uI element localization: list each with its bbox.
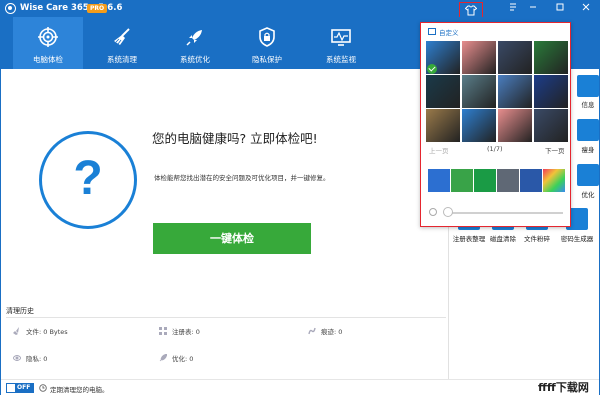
tab-label: 系统监视 bbox=[326, 55, 356, 64]
tool-label-partial: 优化 bbox=[581, 191, 595, 199]
history-label: 文件: 0 Bytes bbox=[26, 328, 68, 336]
prev-page-link[interactable]: 上一页 bbox=[429, 145, 449, 155]
tab-label: 电脑体检 bbox=[33, 55, 63, 64]
scan-button[interactable]: 一键体检 bbox=[153, 223, 311, 254]
wallpaper-thumb[interactable] bbox=[498, 75, 532, 108]
picture-icon bbox=[428, 28, 436, 35]
history-label: 隐私: 0 bbox=[26, 355, 48, 363]
history-item-registry: 注册表: 0 bbox=[159, 326, 200, 336]
page-indicator: (1/7) bbox=[487, 145, 503, 153]
wallpaper-thumb[interactable] bbox=[534, 109, 568, 142]
pro-badge: PRO bbox=[87, 4, 108, 13]
history-label: 痕迹: 0 bbox=[321, 328, 343, 336]
app-window: Wise Care 365 - 5.6.6 PRO 电脑体检 系统清理 系统优化 bbox=[0, 0, 600, 395]
opacity-slider[interactable] bbox=[445, 212, 563, 214]
monitor-icon bbox=[331, 29, 351, 46]
rocket-icon bbox=[186, 30, 202, 46]
tool-label-partial: 信息 bbox=[581, 101, 595, 109]
tool-tile-partial[interactable] bbox=[577, 164, 599, 186]
history-item-optimize: 优化: 0 bbox=[159, 353, 193, 363]
tab-privacy[interactable]: 隐私保护 bbox=[232, 17, 302, 69]
history-label: 优化: 0 bbox=[172, 355, 194, 363]
tab-label: 系统清理 bbox=[107, 55, 137, 64]
color-swatch[interactable] bbox=[543, 169, 565, 192]
description: 体检能帮您找出潜在的安全问题及可优化项目，并一键修复。 bbox=[154, 174, 330, 182]
popup-title[interactable]: 自定义 bbox=[439, 27, 459, 37]
headline: 您的电脑健康吗? 立即体检吧! bbox=[152, 131, 318, 146]
selected-check-icon bbox=[427, 64, 437, 74]
history-item-files: 文件: 0 Bytes bbox=[13, 326, 68, 336]
color-swatch[interactable] bbox=[428, 169, 450, 192]
theme-popup: 自定义 上一页 (1/7) 下一页 bbox=[420, 22, 571, 227]
app-logo-icon bbox=[5, 3, 16, 14]
tab-checkup[interactable]: 电脑体检 bbox=[13, 17, 83, 69]
status-bar: OFF 定期清理您的电脑。 bbox=[1, 379, 599, 395]
trace-icon bbox=[308, 327, 316, 335]
wallpaper-thumb[interactable] bbox=[498, 109, 532, 142]
tab-system-optimize[interactable]: 系统优化 bbox=[160, 17, 230, 69]
wallpaper-thumb[interactable] bbox=[426, 109, 460, 142]
eye-icon bbox=[13, 355, 21, 361]
broom-icon bbox=[114, 28, 130, 45]
history-title: 清理历史 bbox=[6, 307, 34, 315]
clock-icon bbox=[39, 384, 47, 392]
toggle-label: OFF bbox=[17, 384, 31, 391]
schedule-toggle[interactable]: OFF bbox=[6, 383, 34, 393]
color-swatch[interactable] bbox=[520, 169, 542, 192]
title-bar: Wise Care 365 - 5.6.6 PRO bbox=[1, 1, 599, 21]
color-swatch[interactable] bbox=[451, 169, 473, 192]
tool-tile-partial[interactable] bbox=[577, 75, 599, 97]
divider bbox=[6, 317, 446, 318]
tab-label: 系统优化 bbox=[180, 55, 210, 64]
wallpaper-thumb[interactable] bbox=[534, 75, 568, 108]
status-text: 定期清理您的电脑。 bbox=[50, 386, 109, 394]
minimize-icon[interactable] bbox=[521, 1, 545, 17]
shield-icon bbox=[259, 27, 275, 47]
wallpaper-thumb[interactable] bbox=[498, 41, 532, 74]
tool-label: 文件粉碎 bbox=[524, 235, 550, 243]
watermark: ffff下载网 bbox=[538, 381, 589, 394]
status-symbol: ? bbox=[73, 152, 103, 205]
registry-icon bbox=[159, 327, 167, 335]
main-panel: ? 您的电脑健康吗? 立即体检吧! 体检能帮您找出潜在的安全问题及可优化项目，并… bbox=[1, 69, 448, 379]
history-label: 注册表: 0 bbox=[172, 328, 200, 336]
tab-monitor[interactable]: 系统监视 bbox=[306, 17, 376, 69]
history-item-traces: 痕迹: 0 bbox=[308, 326, 342, 336]
next-page-link[interactable]: 下一页 bbox=[545, 145, 565, 155]
wallpaper-thumb[interactable] bbox=[426, 75, 460, 108]
target-icon bbox=[38, 27, 58, 47]
wallpaper-thumb[interactable] bbox=[462, 75, 496, 108]
tab-system-clean[interactable]: 系统清理 bbox=[87, 17, 157, 69]
tool-tile-partial[interactable] bbox=[577, 119, 599, 141]
opacity-icon bbox=[429, 208, 437, 216]
wallpaper-thumb[interactable] bbox=[534, 41, 568, 74]
maximize-icon[interactable] bbox=[548, 1, 572, 17]
wallpaper-thumb[interactable] bbox=[462, 41, 496, 74]
color-swatch[interactable] bbox=[474, 169, 496, 192]
opacity-slider-handle[interactable] bbox=[443, 207, 453, 217]
tab-label: 隐私保护 bbox=[252, 55, 282, 64]
tool-label: 密码生成器 bbox=[560, 235, 594, 243]
color-swatch[interactable] bbox=[497, 169, 519, 192]
health-status-circle: ? bbox=[39, 131, 137, 229]
rocket-icon bbox=[159, 354, 167, 362]
history-item-privacy: 隐私: 0 bbox=[13, 353, 47, 363]
tool-label-partial: 瘦身 bbox=[581, 146, 595, 154]
toggle-knob bbox=[7, 384, 15, 392]
wallpaper-thumb[interactable] bbox=[462, 109, 496, 142]
close-icon[interactable] bbox=[574, 1, 598, 17]
file-broom-icon bbox=[13, 327, 19, 335]
